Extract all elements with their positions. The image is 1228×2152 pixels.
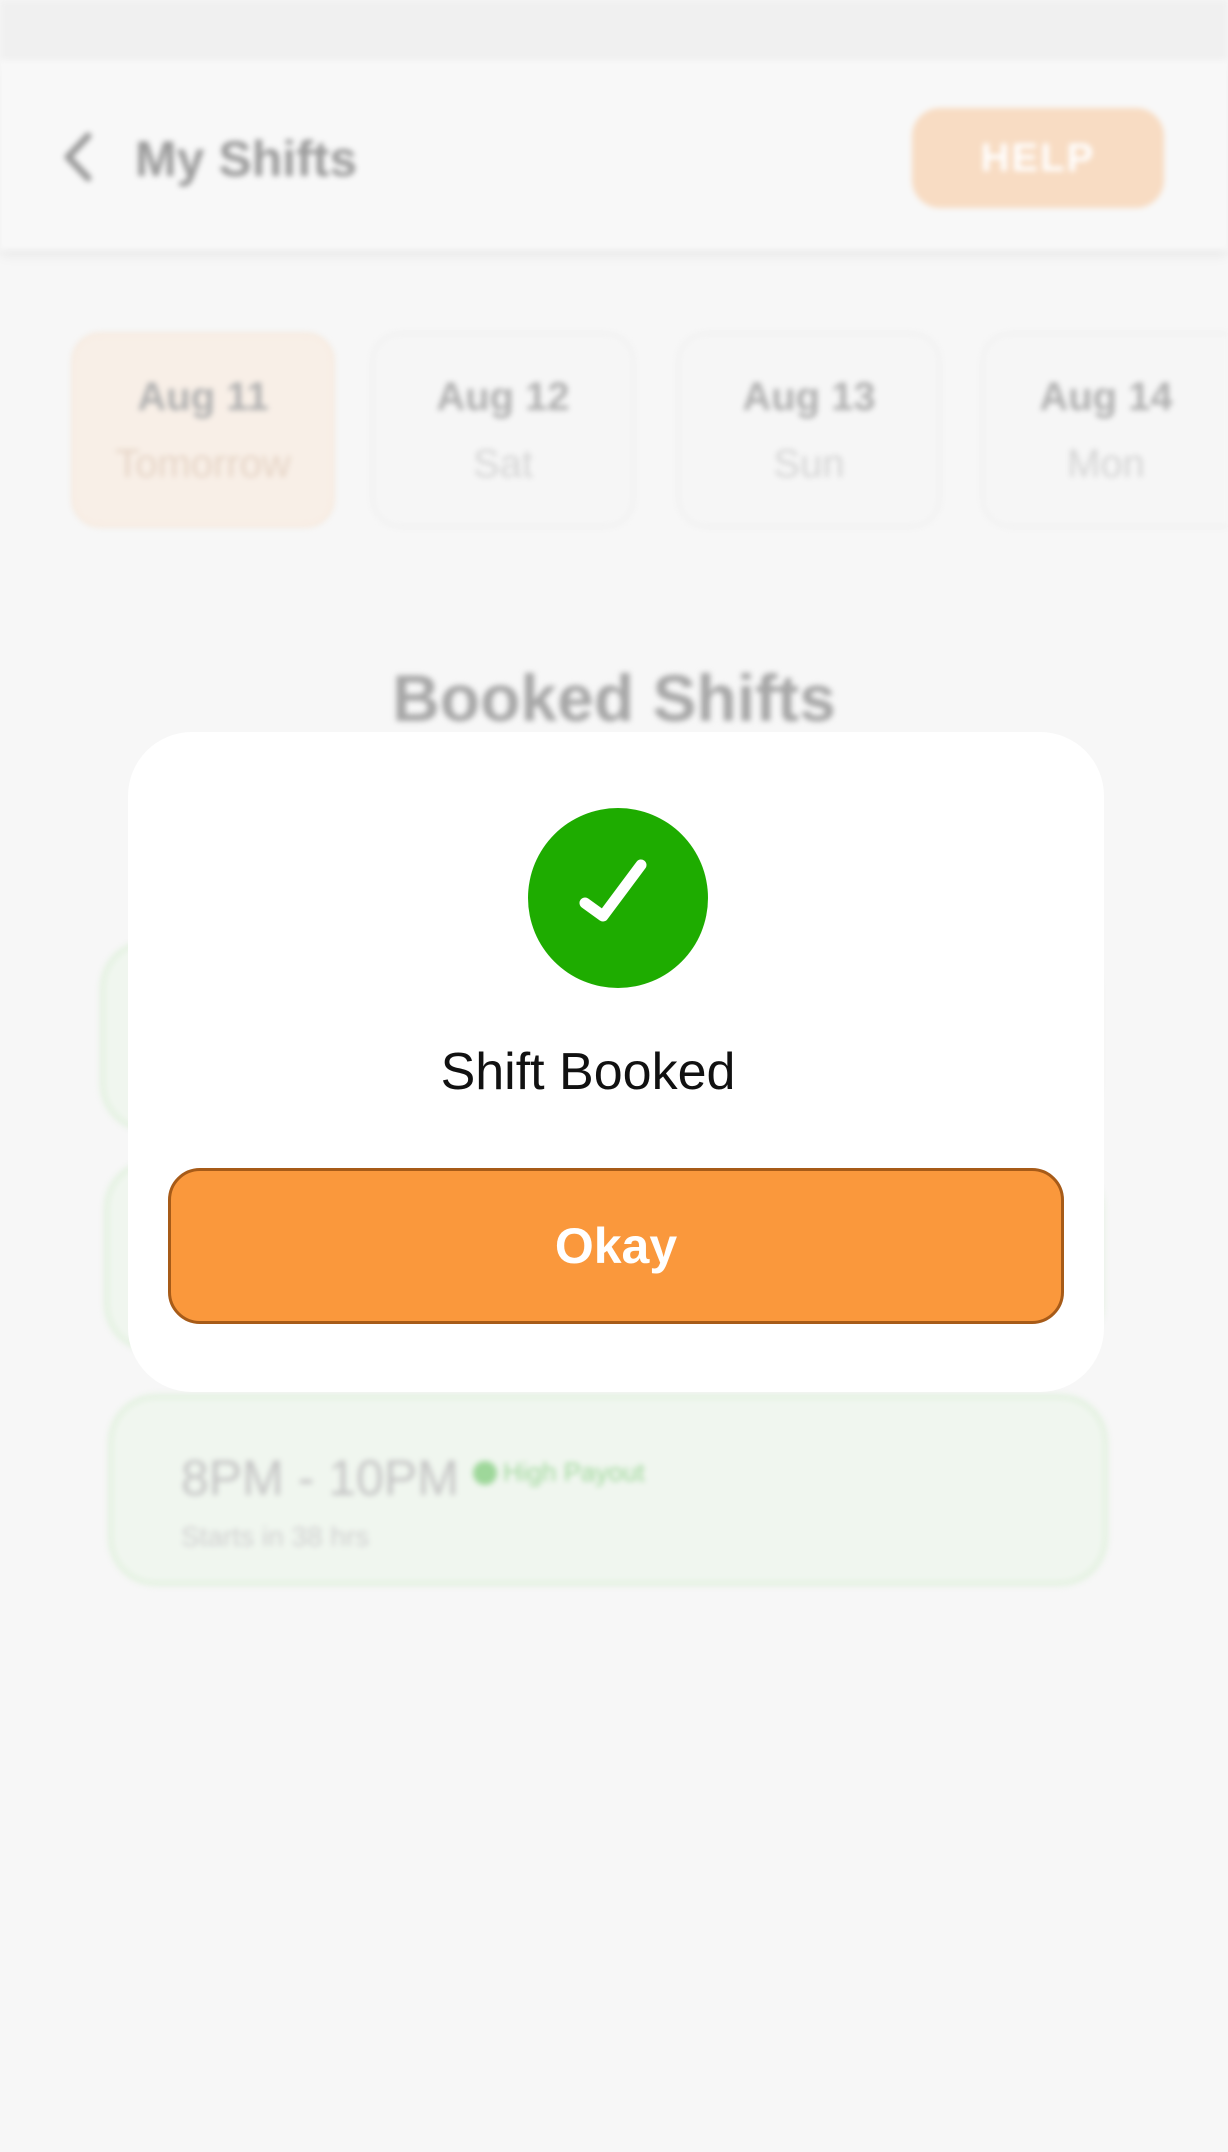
date-tab-aug-13[interactable]: Aug 13 Sun xyxy=(678,333,940,527)
dialog-title: Shift Booked xyxy=(440,1043,736,1101)
section-title: Booked Shifts xyxy=(392,661,836,735)
help-button[interactable]: HELP xyxy=(912,108,1164,208)
back-arrow-icon[interactable] xyxy=(58,132,98,182)
day-label: Sat xyxy=(472,442,534,486)
badge-label: High Payout xyxy=(503,1457,645,1487)
date-label: Aug 12 xyxy=(436,375,570,419)
shift-card[interactable]: 8PM - 10PM High Payout Starts in 38 hrs xyxy=(108,1394,1108,1586)
date-label: Aug 13 xyxy=(742,375,876,419)
shift-time: 8PM - 10PM xyxy=(181,1450,459,1506)
date-tab-aug-11[interactable]: Aug 11 Tomorrow xyxy=(72,333,334,527)
date-label: Aug 11 xyxy=(137,375,269,419)
page-title: My Shifts xyxy=(135,131,358,187)
payout-dot-icon xyxy=(473,1460,497,1485)
date-tab-aug-12[interactable]: Aug 12 Sat xyxy=(372,333,634,527)
day-label: Tomorrow xyxy=(115,442,291,486)
app-root: My Shifts HELP Aug 11 Tomorrow Aug 12 Sa… xyxy=(0,0,1228,2152)
date-label: Aug 14 xyxy=(1039,375,1173,419)
day-label: Sun xyxy=(773,442,845,486)
status-bar xyxy=(0,0,1228,60)
okay-button[interactable]: Okay xyxy=(168,1168,1064,1324)
day-label: Mon xyxy=(1067,442,1145,486)
date-tab-aug-14[interactable]: Aug 14 Mon xyxy=(982,333,1228,527)
high-payout-badge: High Payout xyxy=(473,1457,645,1488)
top-bar: My Shifts HELP xyxy=(0,60,1228,250)
check-icon xyxy=(528,808,708,988)
success-dialog: Shift Booked Okay xyxy=(128,732,1104,1392)
shift-starts-text: Starts in 38 hrs xyxy=(181,1521,370,1552)
